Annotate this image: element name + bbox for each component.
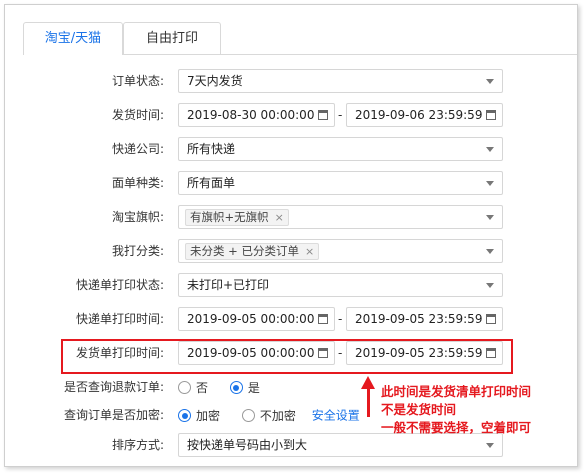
courier-select[interactable]: 所有快递 (178, 137, 503, 161)
taobao-flag-multiselect[interactable]: 有旗帜+无旗帜 × (178, 205, 503, 229)
query-refund-radio-group: 否 是 (178, 375, 278, 399)
ship-time-row: 发货时间: 2019-08-30 00:00:00 - 2019-09-06 2… (5, 103, 579, 127)
calendar-icon[interactable] (486, 110, 496, 120)
tab-taobao-tmall[interactable]: 淘宝/天猫 (23, 22, 123, 55)
waybill-print-time-row: 快递单打印时间: 2019-09-05 00:00:00 - 2019-09-0… (5, 307, 579, 331)
waybill-type-value: 所有面单 (187, 176, 236, 190)
close-icon[interactable]: × (305, 245, 314, 258)
refund-no-label[interactable]: 否 (196, 376, 208, 400)
tag-text: 有旗帜+无旗帜 (190, 210, 269, 224)
courier-value: 所有快递 (187, 142, 236, 156)
sort-label: 排序方式: (111, 438, 164, 452)
encrypt-no-radio[interactable] (241, 409, 255, 422)
taobao-flag-label: 淘宝旗帜: (111, 210, 164, 224)
waybill-print-status-row: 快递单打印状态: 未打印+已打印 (5, 273, 579, 297)
annotation-line: 此时间是发货清单打印时间 (381, 384, 532, 399)
annotation-note: 此时间是发货清单打印时间 不是发货时间 一般不需要选择，空着即可 (381, 383, 531, 437)
waybill-print-time-start-value: 2019-09-05 00:00:00 (187, 312, 315, 326)
chevron-down-icon (486, 283, 494, 288)
encrypt-no-label[interactable]: 不加密 (260, 404, 296, 428)
waybill-print-time-label: 快递单打印时间: (75, 312, 164, 326)
waybill-print-time-start-input[interactable]: 2019-09-05 00:00:00 (178, 307, 335, 331)
calendar-icon[interactable] (318, 110, 328, 120)
waybill-print-time-end-value: 2019-09-05 23:59:59 (355, 312, 483, 326)
annotation-highlight-box (61, 339, 513, 374)
encrypt-yes-radio[interactable] (178, 409, 191, 422)
tag-text: 未分类 + 已分类订单 (190, 244, 299, 258)
ship-time-start-input[interactable]: 2019-08-30 00:00:00 (178, 103, 335, 127)
calendar-icon[interactable] (486, 314, 496, 324)
refund-yes-radio[interactable] (229, 381, 243, 394)
waybill-type-label: 面单种类: (111, 176, 164, 190)
order-status-label: 订单状态: (111, 74, 164, 88)
courier-label: 快递公司: (111, 142, 164, 156)
chevron-down-icon (486, 79, 494, 84)
taobao-flag-row: 淘宝旗帜: 有旗帜+无旗帜 × (5, 205, 579, 229)
waybill-type-select[interactable]: 所有面单 (178, 171, 503, 195)
order-status-value: 7天内发货 (187, 74, 243, 88)
query-encrypted-label: 查询订单是否加密: (63, 408, 164, 422)
my-category-row: 我打分类: 未分类 + 已分类订单 × (5, 239, 579, 263)
waybill-print-status-value: 未打印+已打印 (187, 278, 270, 292)
encrypt-yes-label[interactable]: 加密 (196, 404, 220, 428)
chevron-down-icon (486, 181, 494, 186)
query-refund-label: 是否查询退款订单: (63, 380, 164, 394)
waybill-print-time-end-input[interactable]: 2019-09-05 23:59:59 (346, 307, 503, 331)
range-separator: - (338, 312, 343, 326)
order-status-row: 订单状态: 7天内发货 (5, 69, 579, 93)
courier-row: 快递公司: 所有快递 (5, 137, 579, 161)
waybill-print-status-select[interactable]: 未打印+已打印 (178, 273, 503, 297)
ship-time-end-input[interactable]: 2019-09-06 23:59:59 (346, 103, 503, 127)
query-encrypted-radio-group: 加密 不加密 安全设置 (178, 403, 360, 427)
chevron-down-icon (486, 147, 494, 152)
annotation-line: 不是发货时间 (381, 402, 457, 417)
selected-tag: 未分类 + 已分类订单 × (185, 243, 320, 260)
annotation-line: 一般不需要选择，空着即可 (381, 420, 532, 435)
order-status-select[interactable]: 7天内发货 (178, 69, 503, 93)
security-settings-link[interactable]: 安全设置 (312, 409, 360, 423)
annotation-arrow-shaft (367, 387, 370, 417)
calendar-icon[interactable] (318, 314, 328, 324)
chevron-down-icon (486, 215, 494, 220)
range-separator: - (338, 108, 343, 122)
my-category-multiselect[interactable]: 未分类 + 已分类订单 × (178, 239, 503, 263)
close-icon[interactable]: × (275, 211, 284, 224)
chevron-down-icon (486, 443, 494, 448)
selected-tag: 有旗帜+无旗帜 × (185, 209, 289, 226)
my-category-label: 我打分类: (111, 244, 164, 258)
waybill-type-row: 面单种类: 所有面单 (5, 171, 579, 195)
tab-free-print[interactable]: 自由打印 (123, 22, 221, 54)
waybill-print-status-label: 快递单打印状态: (75, 278, 164, 292)
query-panel: 淘宝/天猫 自由打印 订单状态: 7天内发货 发货时间: 2019-08-30 … (4, 4, 578, 467)
refund-yes-label[interactable]: 是 (248, 376, 260, 400)
ship-time-label: 发货时间: (111, 108, 164, 122)
sort-value: 按快递单号码由小到大 (187, 438, 308, 452)
ship-time-start-value: 2019-08-30 00:00:00 (187, 108, 315, 122)
ship-time-end-value: 2019-09-06 23:59:59 (355, 108, 483, 122)
chevron-down-icon (486, 249, 494, 254)
refund-no-radio[interactable] (178, 381, 191, 394)
